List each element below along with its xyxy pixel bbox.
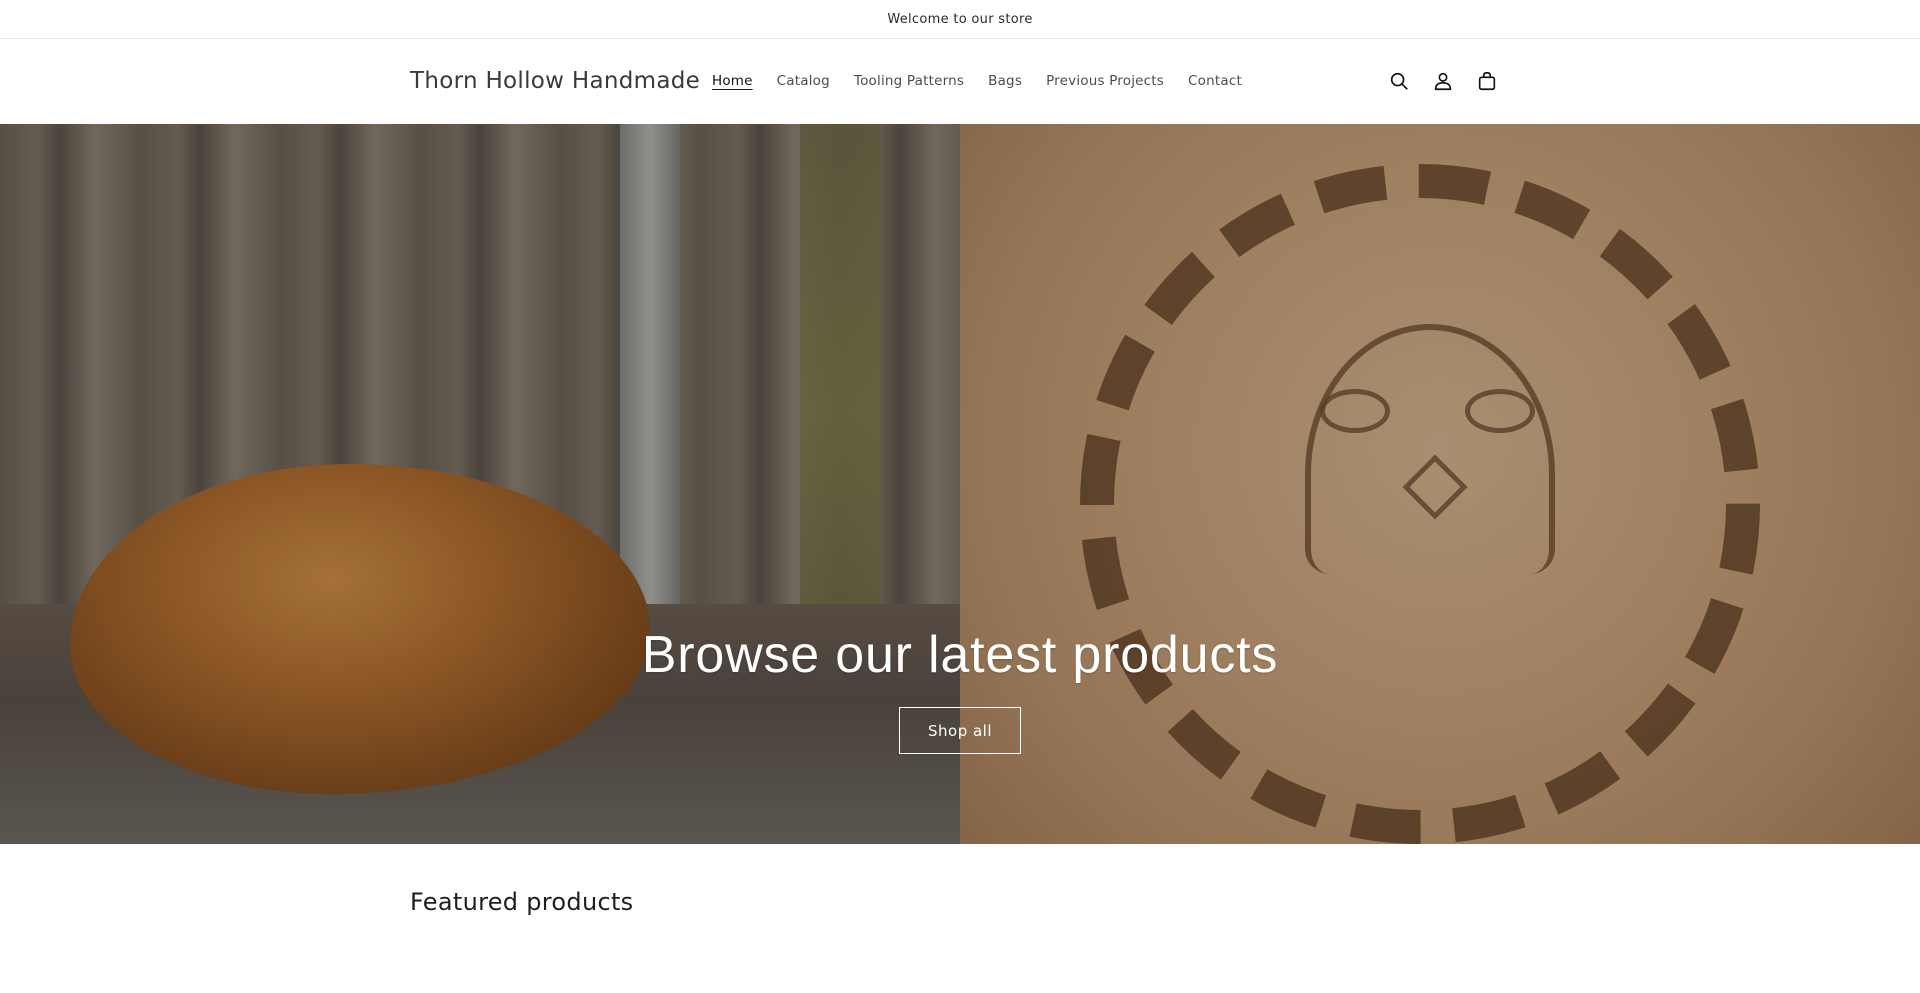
nav-previous-projects[interactable]: Previous Projects [1034,73,1176,89]
hero-title: Browse our latest products [641,626,1279,684]
hero-content: Browse our latest products Shop all [0,124,1920,844]
store-logo[interactable]: Thorn Hollow Handmade [410,39,700,123]
search-icon[interactable] [1386,68,1412,94]
shop-all-button[interactable]: Shop all [899,707,1021,754]
header-icons [1386,39,1500,123]
announcement-bar: Welcome to our store [0,0,1920,39]
nav-contact[interactable]: Contact [1176,73,1254,89]
featured-products-heading: Featured products [410,888,634,916]
nav-tooling-patterns[interactable]: Tooling Patterns [842,73,976,89]
nav-catalog[interactable]: Catalog [765,73,842,89]
nav-bags[interactable]: Bags [976,73,1034,89]
account-icon[interactable] [1430,68,1456,94]
main-nav: Home Catalog Tooling Patterns Bags Previ… [700,39,1254,123]
nav-home[interactable]: Home [700,73,765,89]
site-header: Thorn Hollow Handmade Home Catalog Tooli… [0,39,1920,123]
cart-icon[interactable] [1474,68,1500,94]
hero-banner: Browse our latest products Shop all [0,124,1920,844]
announcement-text: Welcome to our store [887,11,1033,27]
